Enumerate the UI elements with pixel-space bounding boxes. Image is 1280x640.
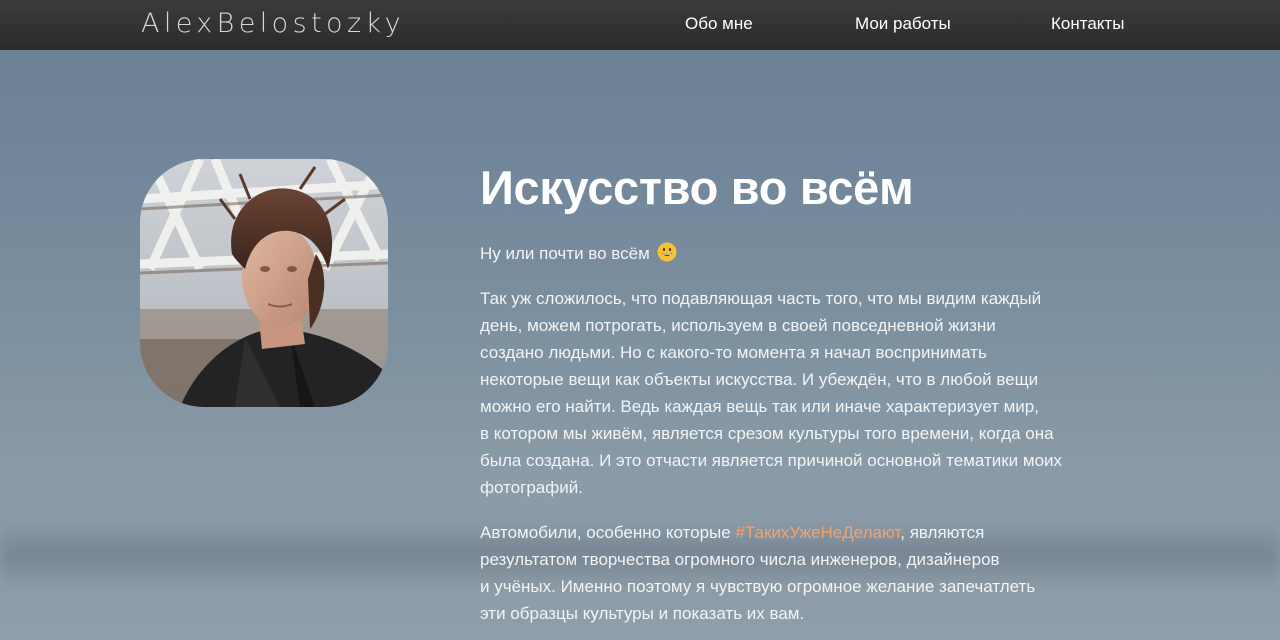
- cars-prefix: Автомобили, особенно которые: [480, 523, 736, 542]
- site-logo[interactable]: AlexBelostozky: [141, 6, 405, 42]
- grinning-face-icon: [657, 242, 677, 262]
- about-paragraph: Так уж сложилось, что подавляющая часть …: [480, 285, 1070, 501]
- cars-line: и учёных. Именно поэтому я чувствую огро…: [480, 577, 1036, 596]
- author-photo: [140, 159, 388, 407]
- about-line: фотографий.: [480, 478, 583, 497]
- main-content: Искусство во всём Ну или почти во всём Т…: [480, 158, 1080, 627]
- about-line: день, можем потрогать, используем в свое…: [480, 316, 996, 335]
- nav-link-contacts[interactable]: Контакты: [1051, 12, 1124, 36]
- cars-line: результатом творчества огромного числа и…: [480, 550, 1000, 569]
- nav-link-about[interactable]: Обо мне: [685, 12, 753, 36]
- cars-suffix: , являются: [900, 523, 985, 542]
- page-title: Искусство во всём: [480, 161, 914, 214]
- nav-link-works[interactable]: Мои работы: [855, 12, 951, 36]
- hashtag-link[interactable]: #ТакихУжеНеДелают: [735, 523, 900, 542]
- top-navigation-bar: AlexBelostozky Обо мне Мои работы Контак…: [0, 0, 1280, 50]
- about-line: создано людьми. Но с какого-то момента я…: [480, 343, 987, 362]
- about-line: некоторые вещи как объекты искусства. И …: [480, 370, 1039, 389]
- cars-paragraph: Автомобили, особенно которые #ТакихУжеНе…: [480, 519, 1070, 627]
- about-line: в котором мы живём, является срезом куль…: [480, 424, 1054, 443]
- about-line: была создана. И это отчасти является при…: [480, 451, 1063, 470]
- intro-label: Ну или почти во всём: [480, 244, 650, 263]
- cars-line: эти образцы культуры и показать их вам.: [480, 604, 805, 623]
- intro-text: Ну или почти во всём: [480, 240, 1080, 267]
- about-line: Так уж сложилось, что подавляющая часть …: [480, 289, 1042, 308]
- about-line: можно его найти. Ведь каждая вещь так ил…: [480, 397, 1039, 416]
